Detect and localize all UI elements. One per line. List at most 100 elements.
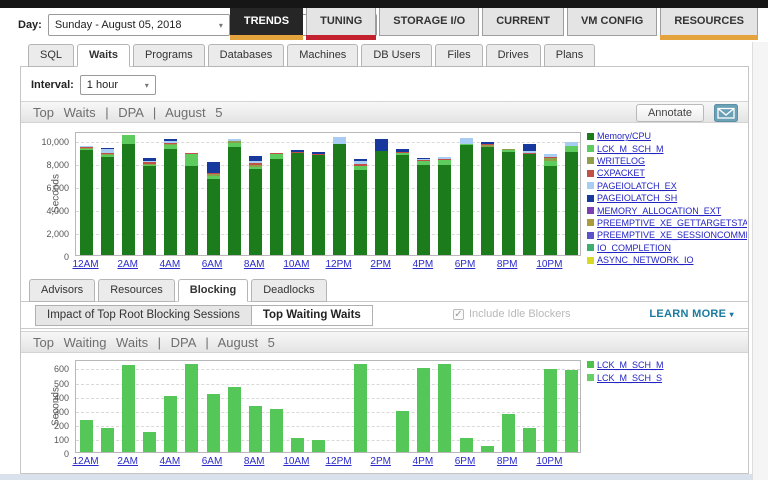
nav-tab-storage-i-o[interactable]: STORAGE I/O (379, 8, 479, 36)
bar-7am[interactable] (228, 387, 241, 452)
bar-5pm[interactable] (438, 157, 451, 255)
bar-10am[interactable] (291, 150, 304, 255)
bar-7pm[interactable] (481, 446, 494, 452)
x-tick-link-10am[interactable]: 10AM (276, 259, 316, 270)
legend-item-preemptive-xe-sessioncommit[interactable]: PREEMPTIVE_XE_SESSIONCOMMIT (587, 229, 747, 241)
bar-9am[interactable] (270, 153, 283, 255)
x-tick-link-2pm[interactable]: 2PM (361, 456, 401, 467)
annotate-button[interactable]: Annotate (636, 104, 704, 122)
x-tick-link-6pm[interactable]: 6PM (445, 456, 485, 467)
nav-tab-resources[interactable]: RESOURCES (660, 8, 758, 36)
bar-3am[interactable] (143, 432, 156, 452)
x-tick-link-8am[interactable]: 8AM (234, 259, 274, 270)
bar-10pm[interactable] (544, 154, 557, 255)
legend-item-async-network-io[interactable]: ASYNC_NETWORK_IO (587, 254, 747, 266)
x-tick-link-2am[interactable]: 2AM (108, 456, 148, 467)
bar-12pm[interactable] (333, 137, 346, 255)
bar-7pm[interactable] (481, 142, 494, 255)
tab-sql[interactable]: SQL (28, 44, 74, 67)
bar-4am[interactable] (164, 139, 177, 255)
tab-plans[interactable]: Plans (544, 44, 596, 67)
legend-item-cxpacket[interactable]: CXPACKET (587, 167, 747, 179)
nav-tab-tuning[interactable]: TUNING (306, 8, 376, 36)
bar-6pm[interactable] (460, 438, 473, 452)
x-tick-link-4pm[interactable]: 4PM (403, 259, 443, 270)
tab-deadlocks[interactable]: Deadlocks (251, 279, 326, 302)
bar-11pm[interactable] (565, 370, 578, 452)
x-tick-link-2pm[interactable]: 2PM (361, 259, 401, 270)
bar-4pm[interactable] (417, 158, 430, 255)
right-scroll-gutter[interactable] (752, 42, 768, 480)
bar-5pm[interactable] (438, 364, 451, 452)
bar-8pm[interactable] (502, 149, 515, 255)
learn-more-button[interactable]: LEARN MORE ▾ (649, 308, 734, 320)
bar-3am[interactable] (143, 158, 156, 255)
tab-db-users[interactable]: DB Users (361, 44, 432, 67)
tab-databases[interactable]: Databases (208, 44, 285, 67)
top-waiting-waits-button[interactable]: Top Waiting Waits (251, 305, 373, 326)
x-tick-link-12am[interactable]: 12AM (66, 259, 106, 270)
tab-drives[interactable]: Drives (486, 44, 541, 67)
tab-waits[interactable]: Waits (77, 44, 130, 67)
bar-11am[interactable] (312, 440, 325, 452)
legend-item-lck-m-sch-m[interactable]: LCK_M_SCH_M (587, 142, 747, 154)
bar-12am[interactable] (80, 146, 93, 255)
bar-1am[interactable] (101, 428, 114, 452)
tab-files[interactable]: Files (435, 44, 482, 67)
x-tick-link-6am[interactable]: 6AM (192, 456, 232, 467)
x-tick-link-12pm[interactable]: 12PM (319, 259, 359, 270)
legend-item-io-completion[interactable]: IO_COMPLETION (587, 242, 747, 254)
interval-select[interactable]: 1 hour ▾ (80, 75, 156, 95)
bar-7am[interactable] (228, 139, 241, 255)
legend-item-lck-m-sch-m[interactable]: LCK_M_SCH_M (587, 358, 747, 371)
include-idle-blockers-checkbox[interactable]: ✓ (453, 309, 464, 320)
bar-6am[interactable] (207, 394, 220, 452)
x-tick-link-12am[interactable]: 12AM (66, 456, 106, 467)
x-tick-link-4am[interactable]: 4AM (150, 259, 190, 270)
x-tick-link-10pm[interactable]: 10PM (529, 456, 569, 467)
nav-tab-vm-config[interactable]: VM CONFIG (567, 8, 657, 36)
bar-3pm[interactable] (396, 411, 409, 452)
tab-resources[interactable]: Resources (98, 279, 175, 302)
x-tick-link-8pm[interactable]: 8PM (487, 456, 527, 467)
x-tick-link-10am[interactable]: 10AM (276, 456, 316, 467)
bar-2am[interactable] (122, 365, 135, 452)
tab-blocking[interactable]: Blocking (178, 279, 248, 302)
x-tick-link-6pm[interactable]: 6PM (445, 259, 485, 270)
nav-tab-trends[interactable]: TRENDS (230, 8, 303, 36)
bar-1pm[interactable] (354, 364, 367, 452)
bar-4pm[interactable] (417, 368, 430, 452)
legend-item-memory-cpu[interactable]: Memory/CPU (587, 130, 747, 142)
bar-3pm[interactable] (396, 149, 409, 255)
tab-programs[interactable]: Programs (133, 44, 205, 67)
bar-6am[interactable] (207, 162, 220, 255)
bar-5am[interactable] (185, 364, 198, 452)
legend-item-writelog[interactable]: WRITELOG (587, 155, 747, 167)
bar-9am[interactable] (270, 409, 283, 452)
bar-8pm[interactable] (502, 414, 515, 452)
x-tick-link-6am[interactable]: 6AM (192, 259, 232, 270)
bar-1am[interactable] (101, 148, 114, 255)
bar-12am[interactable] (80, 420, 93, 452)
bar-11am[interactable] (312, 152, 325, 255)
bar-11pm[interactable] (565, 142, 578, 255)
nav-tab-current[interactable]: CURRENT (482, 8, 564, 36)
x-tick-link-4am[interactable]: 4AM (150, 456, 190, 467)
bar-1pm[interactable] (354, 159, 367, 255)
bar-2am[interactable] (122, 135, 135, 255)
bar-8am[interactable] (249, 406, 262, 452)
bar-10pm[interactable] (544, 369, 557, 452)
bar-8am[interactable] (249, 156, 262, 255)
bar-10am[interactable] (291, 438, 304, 452)
bar-5am[interactable] (185, 153, 198, 255)
x-tick-link-12pm[interactable]: 12PM (319, 456, 359, 467)
legend-item-pageiolatch-ex[interactable]: PAGEIOLATCH_EX (587, 180, 747, 192)
x-tick-link-10pm[interactable]: 10PM (529, 259, 569, 270)
day-select[interactable]: Sunday - August 05, 2018 ▾ (48, 14, 230, 36)
legend-item-preemptive-xe-gettargetsta[interactable]: PREEMPTIVE_XE_GETTARGETSTA (587, 217, 747, 229)
impact-of-top-root-blocking-sessions-button[interactable]: Impact of Top Root Blocking Sessions (35, 305, 252, 326)
legend-item-memory-allocation-ext[interactable]: MEMORY_ALLOCATION_EXT (587, 204, 747, 216)
bar-9pm[interactable] (523, 428, 536, 452)
legend-item-lck-m-sch-s[interactable]: LCK_M_SCH_S (587, 371, 747, 384)
x-tick-link-4pm[interactable]: 4PM (403, 456, 443, 467)
